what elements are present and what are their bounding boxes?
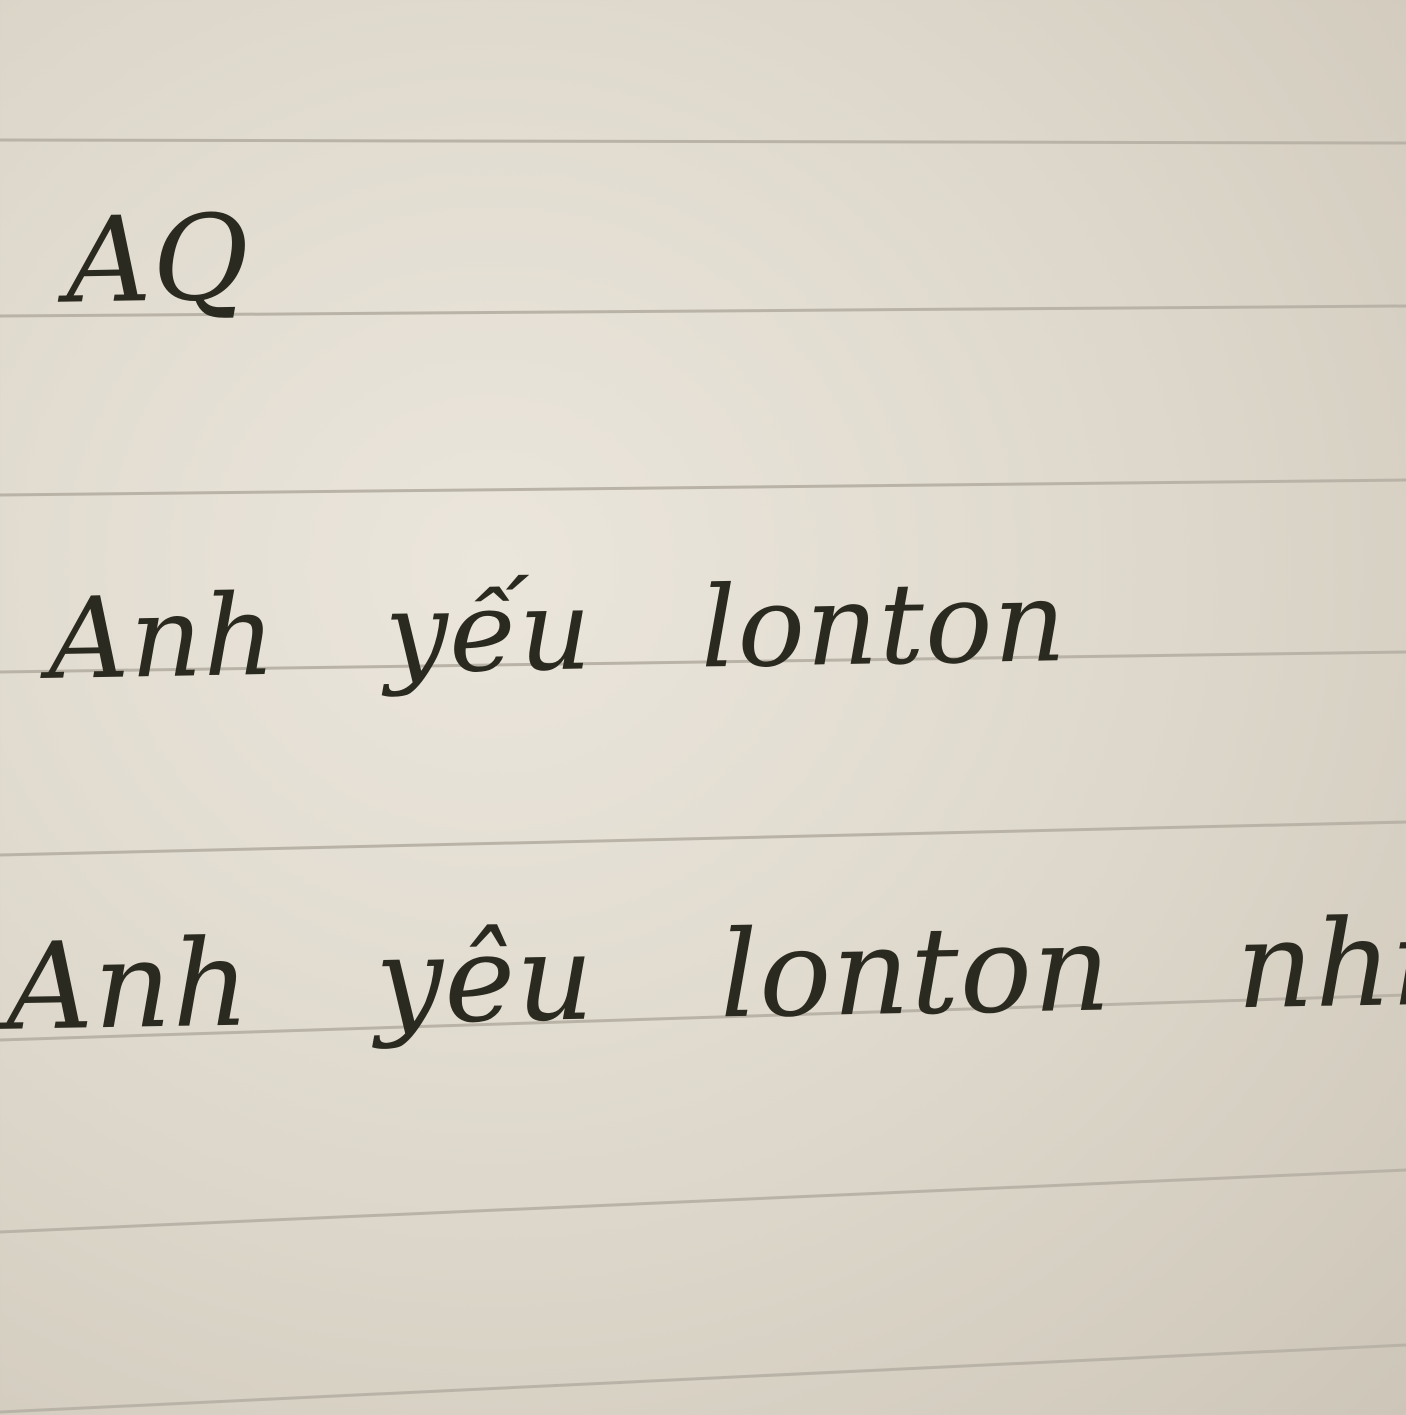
- paper-rule: [0, 1168, 1406, 1234]
- paper-rule: [0, 1343, 1406, 1414]
- paper-rule: [0, 820, 1406, 857]
- handwritten-line: Anh yêu lonton nhiều: [4, 891, 1406, 1058]
- handwritten-line: AQ: [64, 188, 252, 330]
- handwritten-line: Anh yếu lonton: [46, 557, 1068, 705]
- lined-paper: AQ Anh yếu lonton Anh yêu lonton nhiều: [0, 0, 1406, 1415]
- paper-rule: [0, 478, 1406, 497]
- paper-rule: [0, 138, 1406, 145]
